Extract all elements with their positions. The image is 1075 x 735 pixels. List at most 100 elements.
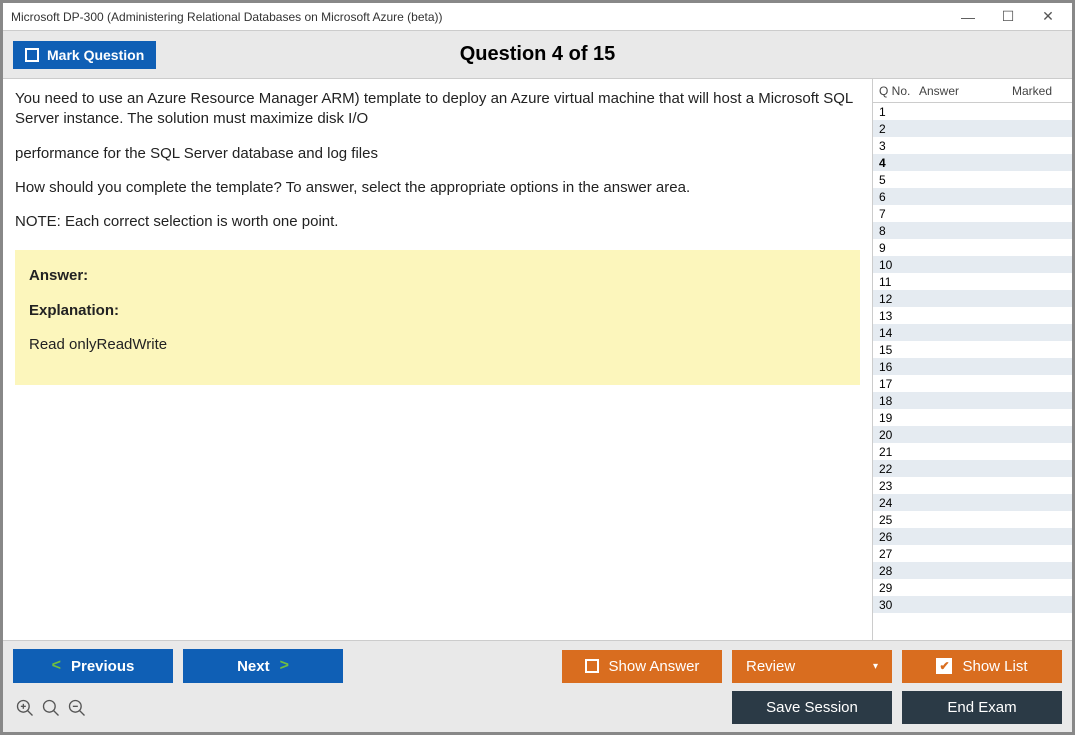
- end-exam-button[interactable]: End Exam: [902, 691, 1062, 724]
- zoom-reset-icon[interactable]: [41, 698, 61, 724]
- list-row[interactable]: 3: [873, 137, 1072, 154]
- row-qno: 28: [873, 564, 913, 578]
- row-qno: 29: [873, 581, 913, 595]
- zoom-in-icon[interactable]: [15, 698, 35, 724]
- review-button[interactable]: Review ▾: [732, 650, 892, 683]
- show-list-button[interactable]: ✔ Show List: [902, 650, 1062, 683]
- list-row[interactable]: 26: [873, 528, 1072, 545]
- row-qno: 9: [873, 241, 913, 255]
- list-row[interactable]: 24: [873, 494, 1072, 511]
- row-qno: 23: [873, 479, 913, 493]
- list-row[interactable]: 15: [873, 341, 1072, 358]
- explanation-label: Explanation:: [29, 301, 846, 321]
- answer-label: Answer:: [29, 266, 846, 286]
- row-qno: 21: [873, 445, 913, 459]
- row-qno: 17: [873, 377, 913, 391]
- row-qno: 26: [873, 530, 913, 544]
- window-controls: — ☐ ✕: [948, 5, 1068, 29]
- list-row[interactable]: 4: [873, 154, 1072, 171]
- list-row[interactable]: 13: [873, 307, 1072, 324]
- close-icon[interactable]: ✕: [1028, 5, 1068, 29]
- list-row[interactable]: 14: [873, 324, 1072, 341]
- list-row[interactable]: 23: [873, 477, 1072, 494]
- app-window: Microsoft DP-300 (Administering Relation…: [0, 0, 1075, 735]
- list-row[interactable]: 6: [873, 188, 1072, 205]
- list-row[interactable]: 29: [873, 579, 1072, 596]
- zoom-controls: [13, 698, 87, 724]
- row-qno: 10: [873, 258, 913, 272]
- list-row[interactable]: 11: [873, 273, 1072, 290]
- question-list[interactable]: 1234567891011121314151617181920212223242…: [873, 103, 1072, 640]
- question-text: How should you complete the template? To…: [15, 178, 860, 198]
- checkbox-icon: [585, 659, 599, 673]
- question-list-panel: Q No. Answer Marked 12345678910111213141…: [872, 79, 1072, 640]
- content-area: You need to use an Azure Resource Manage…: [3, 79, 1072, 640]
- list-row[interactable]: 28: [873, 562, 1072, 579]
- next-button[interactable]: Next >: [183, 649, 343, 683]
- col-marked: Marked: [1012, 84, 1072, 98]
- row-qno: 12: [873, 292, 913, 306]
- mark-question-button[interactable]: Mark Question: [13, 41, 156, 69]
- window-title: Microsoft DP-300 (Administering Relation…: [11, 10, 443, 24]
- col-qno: Q No.: [873, 84, 919, 98]
- list-row[interactable]: 30: [873, 596, 1072, 613]
- list-row[interactable]: 2: [873, 120, 1072, 137]
- list-row[interactable]: 18: [873, 392, 1072, 409]
- row-qno: 8: [873, 224, 913, 238]
- row-qno: 25: [873, 513, 913, 527]
- minimize-icon[interactable]: —: [948, 5, 988, 29]
- chevron-right-icon: >: [280, 657, 289, 675]
- maximize-icon[interactable]: ☐: [988, 5, 1028, 29]
- question-text: NOTE: Each correct selection is worth on…: [15, 212, 860, 232]
- previous-button[interactable]: < Previous: [13, 649, 173, 683]
- button-row: < Previous Next > Show Answer Review ▾ ✔…: [13, 649, 1062, 683]
- row-qno: 6: [873, 190, 913, 204]
- list-row[interactable]: 8: [873, 222, 1072, 239]
- col-answer: Answer: [919, 84, 1012, 98]
- row-qno: 20: [873, 428, 913, 442]
- chevron-left-icon: <: [52, 657, 61, 675]
- row-qno: 3: [873, 139, 913, 153]
- row-qno: 19: [873, 411, 913, 425]
- list-row[interactable]: 16: [873, 358, 1072, 375]
- list-row[interactable]: 27: [873, 545, 1072, 562]
- row-qno: 2: [873, 122, 913, 136]
- list-row[interactable]: 5: [873, 171, 1072, 188]
- question-panel: You need to use an Azure Resource Manage…: [3, 79, 872, 640]
- list-row[interactable]: 20: [873, 426, 1072, 443]
- question-title: Question 4 of 15: [460, 43, 616, 66]
- row-qno: 18: [873, 394, 913, 408]
- list-row[interactable]: 1: [873, 103, 1072, 120]
- list-row[interactable]: 21: [873, 443, 1072, 460]
- list-row[interactable]: 9: [873, 239, 1072, 256]
- show-answer-label: Show Answer: [609, 658, 700, 675]
- row-qno: 11: [873, 275, 913, 289]
- row-qno: 22: [873, 462, 913, 476]
- review-label: Review: [746, 658, 795, 675]
- list-row[interactable]: 10: [873, 256, 1072, 273]
- row-qno: 24: [873, 496, 913, 510]
- list-row[interactable]: 22: [873, 460, 1072, 477]
- row-qno: 5: [873, 173, 913, 187]
- show-list-label: Show List: [962, 658, 1027, 675]
- list-row[interactable]: 17: [873, 375, 1072, 392]
- row-qno: 30: [873, 598, 913, 612]
- button-row-2: Save Session End Exam: [13, 691, 1062, 724]
- toolbar: Mark Question Question 4 of 15: [3, 31, 1072, 79]
- list-row[interactable]: 19: [873, 409, 1072, 426]
- save-session-button[interactable]: Save Session: [732, 691, 892, 724]
- answer-panel: Answer: Explanation: Read onlyReadWrite: [15, 250, 860, 385]
- list-row[interactable]: 12: [873, 290, 1072, 307]
- row-qno: 15: [873, 343, 913, 357]
- list-row[interactable]: 25: [873, 511, 1072, 528]
- show-answer-button[interactable]: Show Answer: [562, 650, 722, 683]
- footer: < Previous Next > Show Answer Review ▾ ✔…: [3, 640, 1072, 732]
- list-row[interactable]: 7: [873, 205, 1072, 222]
- row-qno: 4: [873, 156, 913, 170]
- row-qno: 16: [873, 360, 913, 374]
- zoom-out-icon[interactable]: [67, 698, 87, 724]
- checkbox-checked-icon: ✔: [936, 658, 952, 674]
- row-qno: 7: [873, 207, 913, 221]
- row-qno: 13: [873, 309, 913, 323]
- question-text: performance for the SQL Server database …: [15, 144, 860, 164]
